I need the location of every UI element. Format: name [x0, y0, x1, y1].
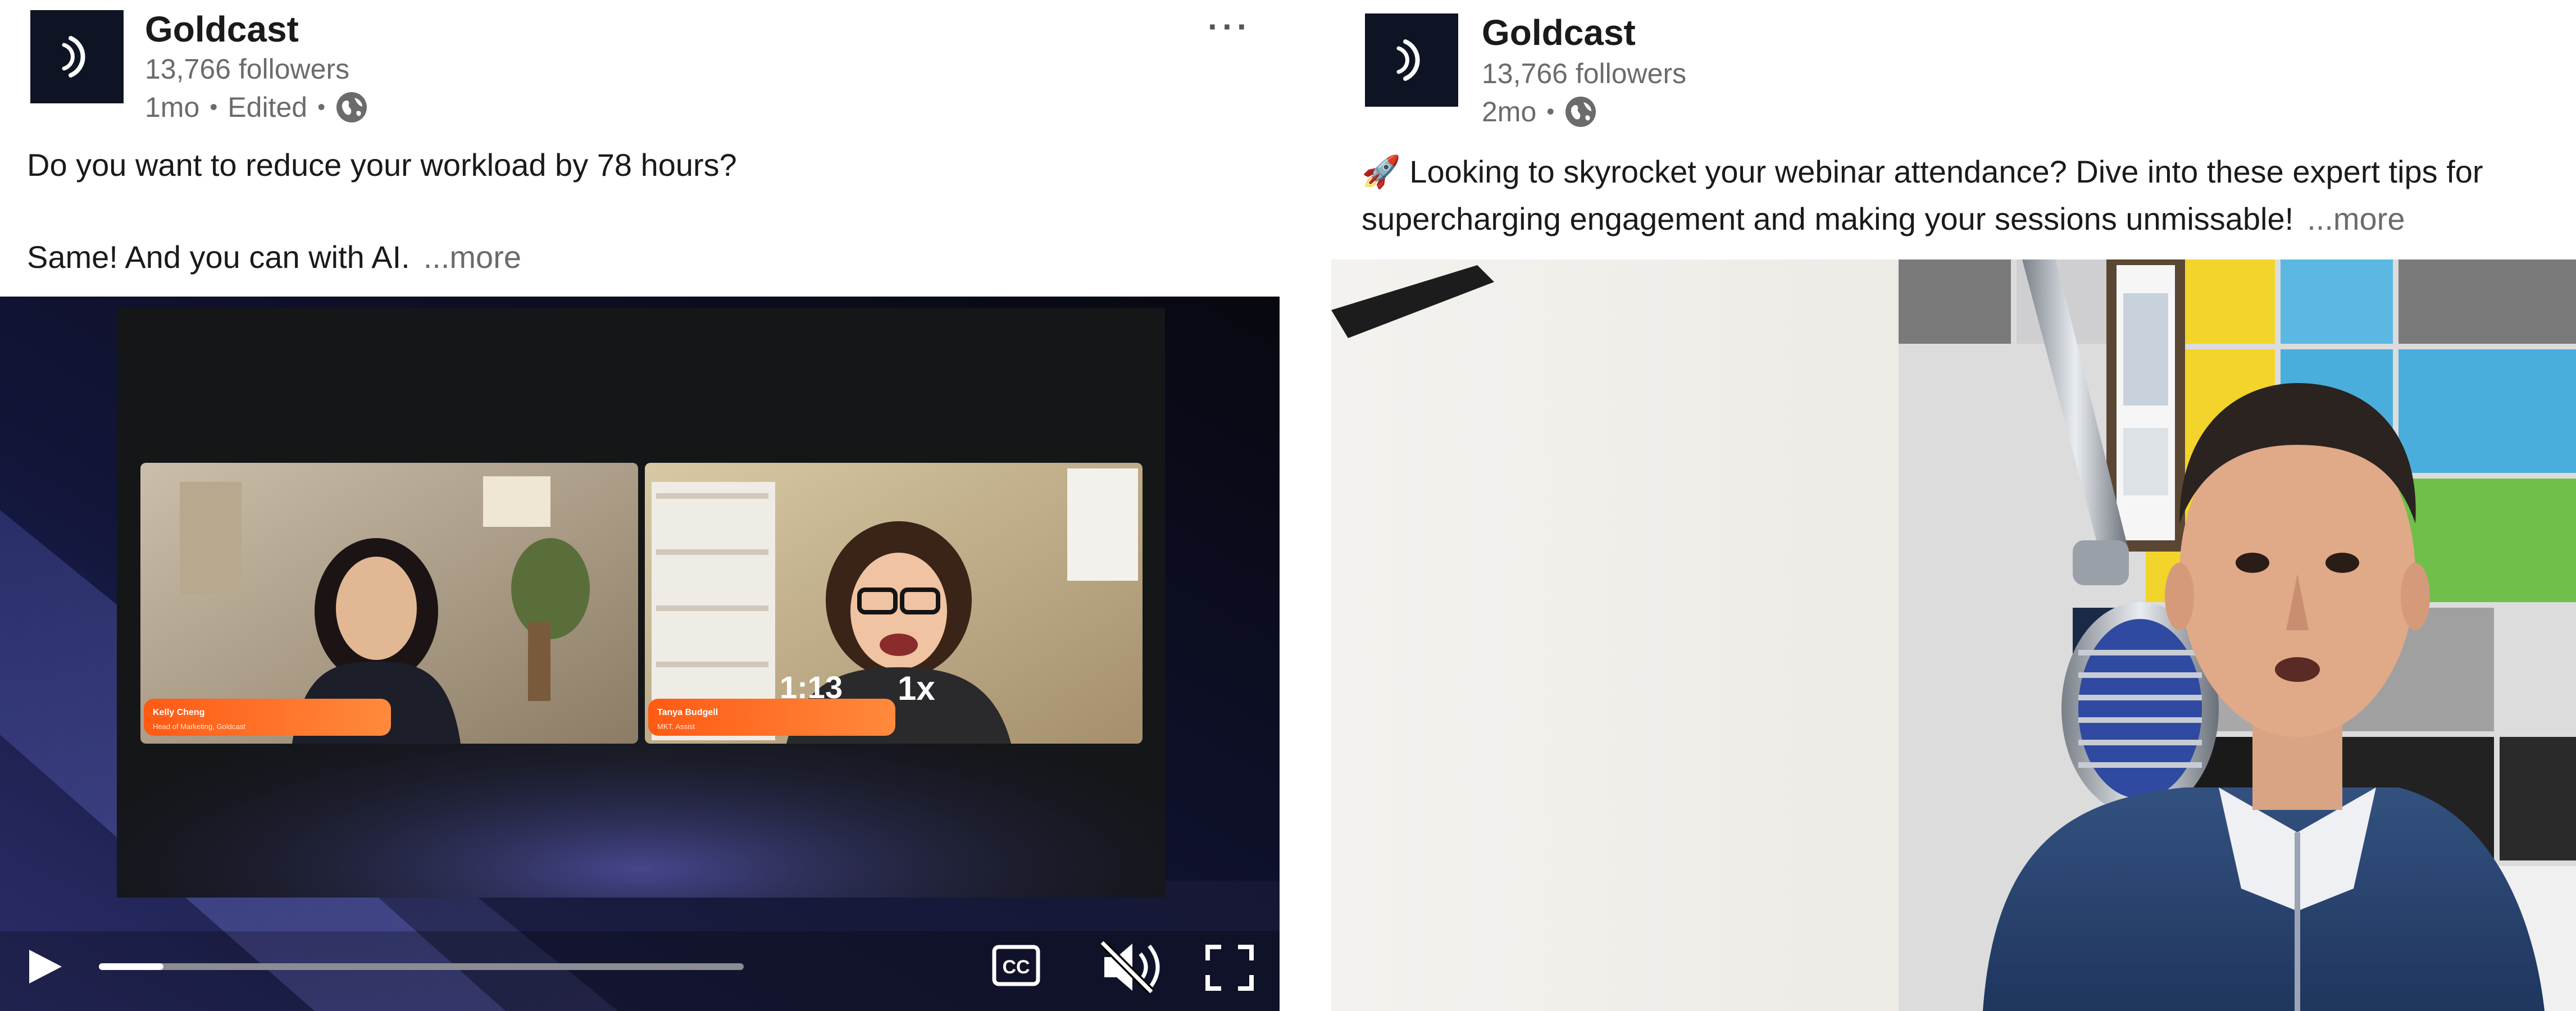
post-text: 🚀 Looking to skyrocket your webinar atte…: [1362, 148, 2575, 243]
company-name[interactable]: Goldcast: [145, 11, 299, 47]
globe-icon: [1564, 95, 1597, 128]
post-meta: 2mo •: [1482, 95, 1597, 128]
video-thumbnail[interactable]: [1331, 259, 2576, 1011]
post-card-2: Goldcast 13,766 followers 2mo • 🚀 Lookin…: [1331, 0, 2576, 1011]
svg-text:CC: CC: [1002, 957, 1030, 978]
post-text-line: Do you want to reduce your workload by 7…: [27, 147, 737, 183]
post-age: 1mo: [145, 92, 200, 123]
overflow-menu-button[interactable]: ···: [1208, 10, 1251, 44]
speaker-name: Tanya Budgell: [657, 708, 718, 717]
follower-count: 13,766 followers: [1482, 58, 1687, 89]
post-text-line-2: Same! And you can with AI.: [27, 239, 410, 275]
post-card-1: Goldcast 13,766 followers 1mo • Edited •…: [0, 0, 1280, 1011]
video-frame: Kelly Cheng Head of Marketing, Goldcast: [0, 297, 1280, 1011]
post-age: 2mo: [1482, 96, 1537, 127]
company-logo[interactable]: [30, 10, 124, 103]
feed: Goldcast 13,766 followers 1mo • Edited •…: [0, 0, 2576, 1011]
post-meta: 1mo • Edited •: [145, 91, 368, 124]
video-timecode: 1:13: [780, 670, 843, 705]
post-text-line: 🚀 Looking to skyrocket your webinar atte…: [1362, 148, 2575, 195]
speaker-title: Head of Marketing, Goldcast: [153, 722, 245, 731]
video-still: [1331, 259, 2576, 1011]
video-player[interactable]: Kelly Cheng Head of Marketing, Goldcast: [0, 297, 1280, 1011]
speaker-name: Kelly Cheng: [153, 708, 204, 717]
globe-icon: [335, 91, 368, 124]
meta-separator: •: [210, 95, 218, 120]
goldcast-logo-icon: [62, 36, 85, 78]
goldcast-logo-icon: [1396, 39, 1420, 81]
progress-track[interactable]: [99, 963, 744, 970]
company-logo[interactable]: [1365, 13, 1458, 107]
playback-speed-button[interactable]: 1x: [898, 672, 935, 705]
post-text-line-2: supercharging engagement and making your…: [1362, 201, 2294, 236]
post-text: Do you want to reduce your workload by 7…: [27, 142, 1263, 281]
edited-label: Edited: [227, 92, 308, 123]
rocket-emoji: 🚀: [1362, 154, 1401, 189]
post-text-line: supercharging engagement and making your…: [1362, 195, 2575, 243]
post-text-line-1: Looking to skyrocket your webinar attend…: [1409, 154, 2483, 189]
follower-count: 13,766 followers: [145, 53, 350, 85]
meta-separator: •: [317, 95, 326, 120]
see-more-link[interactable]: ...more: [424, 239, 521, 275]
meta-separator: •: [1546, 99, 1555, 124]
progress-fill: [99, 963, 163, 970]
progress-bar[interactable]: [99, 963, 744, 970]
see-more-link[interactable]: ...more: [2307, 201, 2405, 236]
company-name[interactable]: Goldcast: [1482, 15, 1636, 51]
post-text-line: Same! And you can with AI. ...more: [27, 234, 1263, 281]
speaker-title: MKT. Assist: [657, 722, 695, 731]
